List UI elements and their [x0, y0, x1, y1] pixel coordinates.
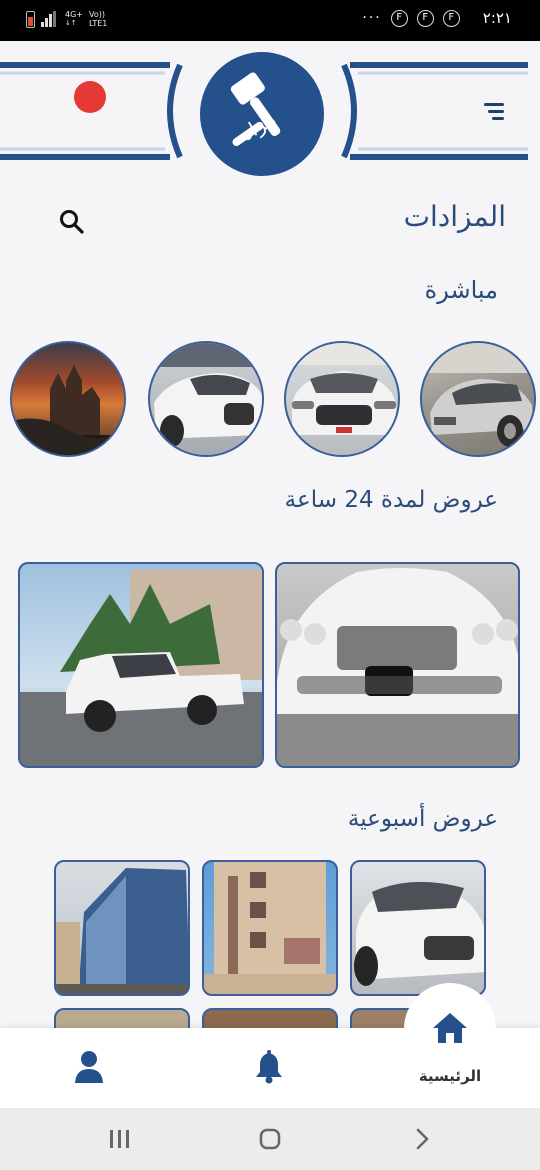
- back-icon[interactable]: [412, 1128, 432, 1150]
- truck-image: [20, 570, 262, 766]
- live-item-4[interactable]: [10, 341, 126, 457]
- search-icon[interactable]: [58, 208, 86, 236]
- gavel-icon: مزاد: [230, 72, 281, 147]
- home-label: الرئيسية: [418, 1067, 482, 1085]
- car-image: [277, 568, 518, 766]
- status-left: 4G+ ↓↑ Vo)) LTE1: [26, 10, 107, 28]
- car-image: [150, 343, 262, 447]
- notification-icon: F: [442, 9, 460, 27]
- volte-indicator: Vo)) LTE1: [89, 10, 107, 28]
- weekly-offers-title: عروض أسبوعية: [347, 806, 498, 832]
- notification-icon: F: [390, 9, 408, 27]
- offers-24h-title: عروض لمدة 24 ساعة: [284, 487, 498, 513]
- lte-label: LTE1: [89, 19, 108, 28]
- weekly-card-1[interactable]: [350, 860, 486, 996]
- system-nav-bar: [0, 1108, 540, 1170]
- user-icon[interactable]: [74, 1050, 104, 1084]
- weekly-card-2[interactable]: [202, 860, 338, 996]
- live-item-1[interactable]: [420, 341, 536, 457]
- status-bar: 4G+ ↓↑ Vo)) LTE1 ··· F F F ٢:٢١: [0, 0, 540, 41]
- building-image: [56, 868, 188, 994]
- signal-icon: [41, 11, 59, 27]
- recents-icon[interactable]: [108, 1128, 132, 1150]
- car-image: [422, 343, 534, 447]
- network-type: 4G+: [65, 10, 83, 19]
- offer-24h-card-2[interactable]: [18, 562, 264, 768]
- live-section-title: مباشرة: [424, 276, 498, 304]
- overflow-dots: ···: [362, 10, 382, 26]
- bell-icon[interactable]: [254, 1050, 284, 1084]
- castle-image: [12, 365, 124, 455]
- page-title: المزادات: [403, 200, 506, 233]
- app-logo: مزاد: [200, 52, 324, 176]
- building-image: [204, 862, 336, 994]
- live-item-2[interactable]: [284, 341, 400, 457]
- network-indicator: 4G+ ↓↑: [65, 10, 83, 27]
- home-button-icon[interactable]: [258, 1127, 282, 1151]
- live-item-3[interactable]: [148, 341, 264, 457]
- notification-icon: F: [416, 9, 434, 27]
- home-icon: [433, 1013, 467, 1043]
- car-image: [354, 881, 484, 986]
- battery-icon: [26, 10, 35, 28]
- home-tab[interactable]: [404, 983, 496, 1075]
- volte-label: Vo)): [89, 10, 105, 19]
- status-right: ··· F F F ٢:٢١: [362, 9, 512, 27]
- car-image: [286, 343, 398, 435]
- record-indicator: [74, 81, 106, 113]
- clock: ٢:٢١: [482, 9, 512, 27]
- menu-icon[interactable]: [484, 103, 504, 121]
- weekly-card-3[interactable]: [54, 860, 190, 996]
- offer-24h-card-1[interactable]: [275, 562, 520, 768]
